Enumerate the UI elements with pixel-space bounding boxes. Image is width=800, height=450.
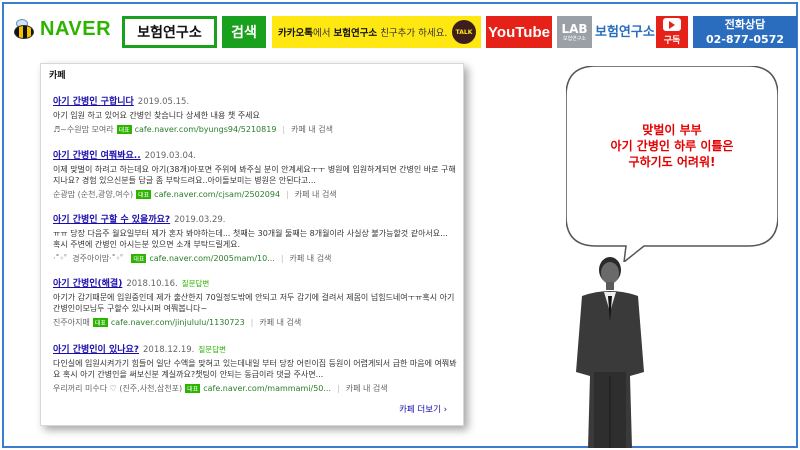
result-snippet: 이제 맞벌이 하려고 하는데요 아기(38개)아포면 주위에 봐주실 분이 안계… [53,165,456,185]
search-input[interactable]: 보험연구소 [122,16,217,48]
kakao-banner[interactable]: 카카오톡에서 보험연구소 친구추가 하세요. TALK [272,16,481,48]
result-tag: 질문답변 [198,345,226,354]
speech-bubble: 맞벌이 부부 아기 간병인 하루 이틀은 구하기도 어려워! [565,65,779,264]
channel-name[interactable]: 보험연구소 [595,21,655,40]
phone-number: 02-877-0572 [705,33,784,46]
result-badge: 대표 [92,318,108,327]
lab-logo[interactable]: LAB 보험연구소 [557,16,592,48]
result-badge: 대표 [116,125,132,134]
result-date: 2019.03.04. [144,151,197,161]
result-date: 2019.03.29. [174,215,226,225]
result-badge: 대표 [185,384,201,393]
result-title[interactable]: 아기 간병인 구합니다 [53,97,134,107]
cafe-search-link[interactable]: 카페 내 검색 [291,124,333,135]
result-author[interactable]: ♬~수원맘 모여라 [53,124,114,135]
play-icon [663,18,681,31]
list-item: 아기 간병인(해결) 2018.10.16. 질문답변 아기가 감기때문에 입원중인… [53,276,457,328]
top-banner: NAVER 보험연구소 검색 카카오톡에서 보험연구소 친구추가 하세요. TA… [4,4,797,50]
naver-logo-text: NAVER [40,18,112,40]
result-tag: 질문답변 [181,279,210,288]
cafe-search-link[interactable]: 카페 내 검색 [259,317,301,328]
result-url[interactable]: cafe.naver.com/byungs94/5210819 [135,125,277,134]
bubble-text: 맞벌이 부부 아기 간병인 하루 이틀은 구하기도 어려워! [610,123,734,169]
naver-logo[interactable]: NAVER [10,18,111,41]
subscribe-button[interactable]: 구독 [656,16,688,48]
result-title[interactable]: 아기 간병인 구할 수 있을까요? [53,215,170,225]
result-snippet: 아기 입원 하고 있어요 간병인 찾습니다 상세한 내용 챗 주세요 [53,111,260,120]
result-author[interactable]: 순광맘 (순천,광양,여수) [53,189,133,200]
kakao-banner-text: 카카오톡에서 보험연구소 친구추가 하세요. [278,28,448,39]
card-title: 카페 [49,71,66,81]
phone-consult[interactable]: 전화상담 02-877-0572 [693,16,797,48]
list-item: 아기 간병인 구합니다 2019.05.15. 아기 입원 하고 있어요 간병인 … [53,94,457,135]
cafe-search-link[interactable]: 카페 내 검색 [295,189,337,200]
phone-label: 전화상담 [724,18,766,31]
cafe-results-card: 카페 아기 간병인 구합니다 2019.05.15. 아기 입원 하고 있어요 간… [40,63,464,426]
result-badge: 대표 [131,254,147,263]
result-url[interactable]: cafe.naver.com/jinjululu/1130723 [111,318,245,327]
list-item: 아기 간병인이 있나요? 2018.12.19. 질문답변 다인실에 입원시켜가기 … [53,345,457,394]
result-url[interactable]: cafe.naver.com/mammami/50... [203,384,331,393]
result-author[interactable]: 우리꺼리 미수다 ♡ (진주,사천,삼천포) [53,383,182,394]
search-button[interactable]: 검색 [222,16,266,48]
result-date: 2018.12.19. [143,345,195,355]
list-item: 아기 간병인 여쭤봐요.. 2019.03.04. 이제 맞벌이 하려고 하는데요… [53,151,456,200]
result-author[interactable]: ·˚◦゜경주아이맘·˚◦゜ [53,253,128,264]
result-snippet: 아기가 감기때문에 입원중인데 제가 출산한지 70일정도밖에 안되고 저두 감… [53,293,455,313]
result-snippet: ㅠㅠ 당장 다음주 월요일부터 제가 혼자 봐야하는데... 첫째는 30개월 … [53,229,448,249]
presenter-illustration [576,257,644,448]
youtube-logo[interactable]: YouTube [486,16,552,48]
list-item: 아기 간병인 구할 수 있을까요? 2019.03.29. ㅠㅠ 당장 다음주 월… [53,212,457,264]
result-title[interactable]: 아기 간병인이 있나요? [53,345,139,355]
result-badge: 대표 [136,190,152,199]
result-title[interactable]: 아기 간병인(해결) [53,279,122,289]
result-date: 2018.10.16. [126,279,178,289]
result-snippet: 다인실에 입원시켜가기 힘들어 일단 수액을 맞혀고 있는데내일 부터 당장 어… [53,359,457,379]
result-url[interactable]: cafe.naver.com/2005mam/10... [149,254,274,263]
result-title[interactable]: 아기 간병인 여쭤봐요.. [53,151,141,161]
bee-icon [10,18,36,41]
cafe-more-link[interactable]: 카페 더보기 › [399,403,447,415]
result-url[interactable]: cafe.naver.com/cjsam/2502094 [154,190,280,199]
result-date: 2019.05.15. [137,97,190,107]
cafe-search-link[interactable]: 카페 내 검색 [290,253,332,264]
cafe-search-link[interactable]: 카페 내 검색 [346,383,388,394]
result-author[interactable]: 진주아지매 [53,317,90,328]
kakaotalk-icon: TALK [452,20,476,44]
